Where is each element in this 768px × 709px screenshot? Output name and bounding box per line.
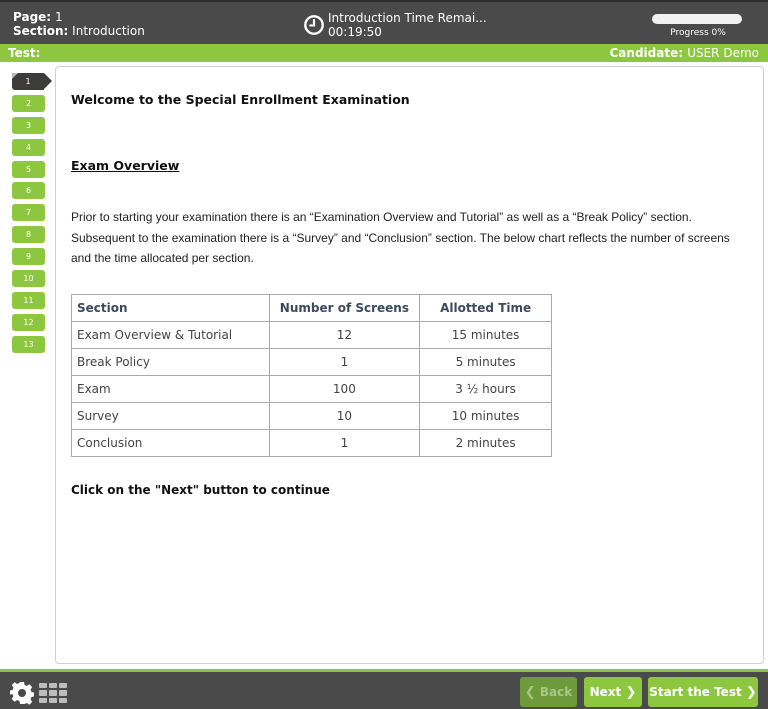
cell-time: 15 minutes xyxy=(419,321,552,349)
table-row: Conclusion 1 2 minutes xyxy=(71,429,552,457)
table-row: Exam 100 3 ½ hours xyxy=(71,375,552,403)
page-label: Page: xyxy=(13,10,52,24)
candidate-label: Candidate: xyxy=(609,46,684,60)
back-button[interactable]: ❮ Back xyxy=(520,677,577,707)
cell-section: Conclusion xyxy=(71,429,270,457)
progress: Progress 0% xyxy=(652,14,744,38)
nav-page-12[interactable]: 12 xyxy=(12,313,45,331)
nav-page-5[interactable]: 5 xyxy=(12,160,45,178)
chevron-left-icon: ❮ xyxy=(524,685,536,700)
nav-page-7[interactable]: 7 xyxy=(12,204,45,222)
chevron-right-icon: ❯ xyxy=(745,685,757,700)
next-button[interactable]: Next ❯ xyxy=(584,677,642,707)
timer-value: 00:19:50 xyxy=(328,25,382,39)
clock-icon xyxy=(304,15,324,35)
table-header-row: Section Number of Screens Allotted Time xyxy=(71,294,552,322)
nav-page-11[interactable]: 11 xyxy=(12,291,45,309)
instruction-text: Click on the "Next" button to continue xyxy=(71,483,330,497)
timer: Introduction Time Remai... 00:19:50 xyxy=(303,11,487,39)
cell-section: Break Policy xyxy=(71,348,270,376)
cell-time: 3 ½ hours xyxy=(419,375,552,403)
gear-icon[interactable] xyxy=(10,681,34,705)
nav-page-9[interactable]: 9 xyxy=(12,248,45,266)
start-label: Start the Test xyxy=(649,685,742,699)
cell-time: 10 minutes xyxy=(419,402,552,430)
back-label: Back xyxy=(539,685,573,699)
page-info: Page: 1 Section: Introduction xyxy=(13,10,145,38)
table-row: Break Policy 1 5 minutes xyxy=(71,348,552,376)
grid-icon[interactable] xyxy=(39,683,67,703)
progress-label: Progress 0% xyxy=(670,28,726,38)
progress-bar xyxy=(652,14,742,24)
section-label: Section: xyxy=(13,24,69,38)
cell-screens: 1 xyxy=(268,429,421,457)
sections-table: Section Number of Screens Allotted Time … xyxy=(71,294,552,457)
nav-page-4[interactable]: 4 xyxy=(12,138,45,156)
page-navigator: 1 2 3 4 5 6 7 8 9 10 11 12 13 xyxy=(12,73,52,358)
cell-screens: 100 xyxy=(268,375,421,403)
content-panel: Welcome to the Special Enrollment Examin… xyxy=(55,66,764,664)
start-test-button[interactable]: Start the Test ❯ xyxy=(648,677,758,707)
page-title: Welcome to the Special Enrollment Examin… xyxy=(71,92,410,107)
page-value: 1 xyxy=(54,10,63,24)
chevron-right-icon: ❯ xyxy=(625,685,637,700)
candidate-name: USER Demo xyxy=(687,46,759,60)
cell-section: Exam xyxy=(71,375,270,403)
nav-page-2[interactable]: 2 xyxy=(12,94,45,112)
timer-title: Introduction Time Remai... xyxy=(328,11,487,25)
nav-page-1[interactable]: 1 xyxy=(12,73,52,90)
section-heading: Exam Overview xyxy=(71,158,180,173)
nav-page-13[interactable]: 13 xyxy=(12,335,45,353)
nav-page-3[interactable]: 3 xyxy=(12,116,45,134)
nav-page-10[interactable]: 10 xyxy=(12,270,45,288)
header-time: Allotted Time xyxy=(419,294,552,322)
header-section: Section xyxy=(71,294,270,322)
cell-section: Exam Overview & Tutorial xyxy=(71,321,270,349)
test-label: Test: xyxy=(8,46,41,60)
table-row: Exam Overview & Tutorial 12 15 minutes xyxy=(71,321,552,349)
next-label: Next xyxy=(589,685,622,699)
section-value: Introduction xyxy=(72,24,145,38)
header-screens: Number of Screens xyxy=(268,294,421,322)
candidate-info: Candidate: USER Demo xyxy=(610,44,760,62)
cell-time: 5 minutes xyxy=(419,348,552,376)
footer-bar: ❮ Back Next ❯ Start the Test ❯ xyxy=(0,669,768,709)
table-row: Survey 10 10 minutes xyxy=(71,402,552,430)
cell-screens: 1 xyxy=(268,348,421,376)
cell-time: 2 minutes xyxy=(419,429,552,457)
cell-screens: 10 xyxy=(268,402,421,430)
cell-screens: 12 xyxy=(268,321,421,349)
overview-paragraph: Prior to starting your examination there… xyxy=(71,210,730,265)
cell-section: Survey xyxy=(71,402,270,430)
test-bar: Test: Candidate: USER Demo xyxy=(0,44,768,62)
nav-page-8[interactable]: 8 xyxy=(12,226,45,244)
nav-page-6[interactable]: 6 xyxy=(12,182,45,200)
top-bar: Page: 1 Section: Introduction Introducti… xyxy=(0,0,768,44)
